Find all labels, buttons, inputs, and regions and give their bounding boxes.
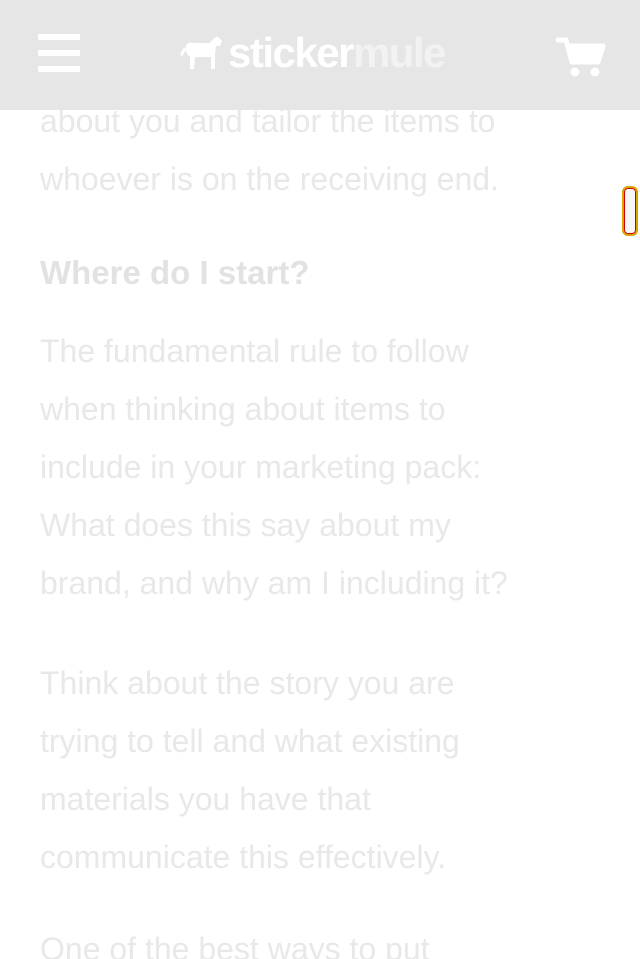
scrollbar-thumb[interactable] <box>622 186 638 236</box>
sticker-mule-logo[interactable]: sticker mule <box>180 28 447 78</box>
paragraph-line: Think about the story you are <box>40 665 455 701</box>
paragraph-line: One of the best ways to put <box>40 931 430 959</box>
logo-text-mule: mule <box>352 29 447 76</box>
paragraph-line: whoever is on the receiving end. <box>40 161 499 197</box>
paragraph: The fundamental rule to follow when thin… <box>40 322 508 612</box>
paragraph-line: materials you have that <box>40 781 371 817</box>
paragraph-line: brand, and why am I including it? <box>40 565 508 601</box>
top-nav-bar: sticker mule <box>0 0 640 110</box>
paragraph-line: The fundamental rule to follow <box>40 333 469 369</box>
hamburger-menu-icon[interactable] <box>38 34 80 72</box>
cart-icon[interactable] <box>555 36 606 78</box>
page: about you and tailor the items to whoeve… <box>0 0 640 959</box>
paragraph-line: communicate this effectively. <box>40 839 447 875</box>
paragraph-line: trying to tell and what existing <box>40 723 460 759</box>
paragraph: Think about the story you are trying to … <box>40 654 460 886</box>
paragraph-line: What does this say about my <box>40 507 451 543</box>
logo-text-sticker: sticker <box>228 29 354 76</box>
section-heading: Where do I start? <box>40 254 310 291</box>
paragraph-line: when thinking about items to <box>40 391 446 427</box>
paragraph-line: include in your marketing pack: <box>40 449 482 485</box>
mule-icon <box>180 36 222 69</box>
